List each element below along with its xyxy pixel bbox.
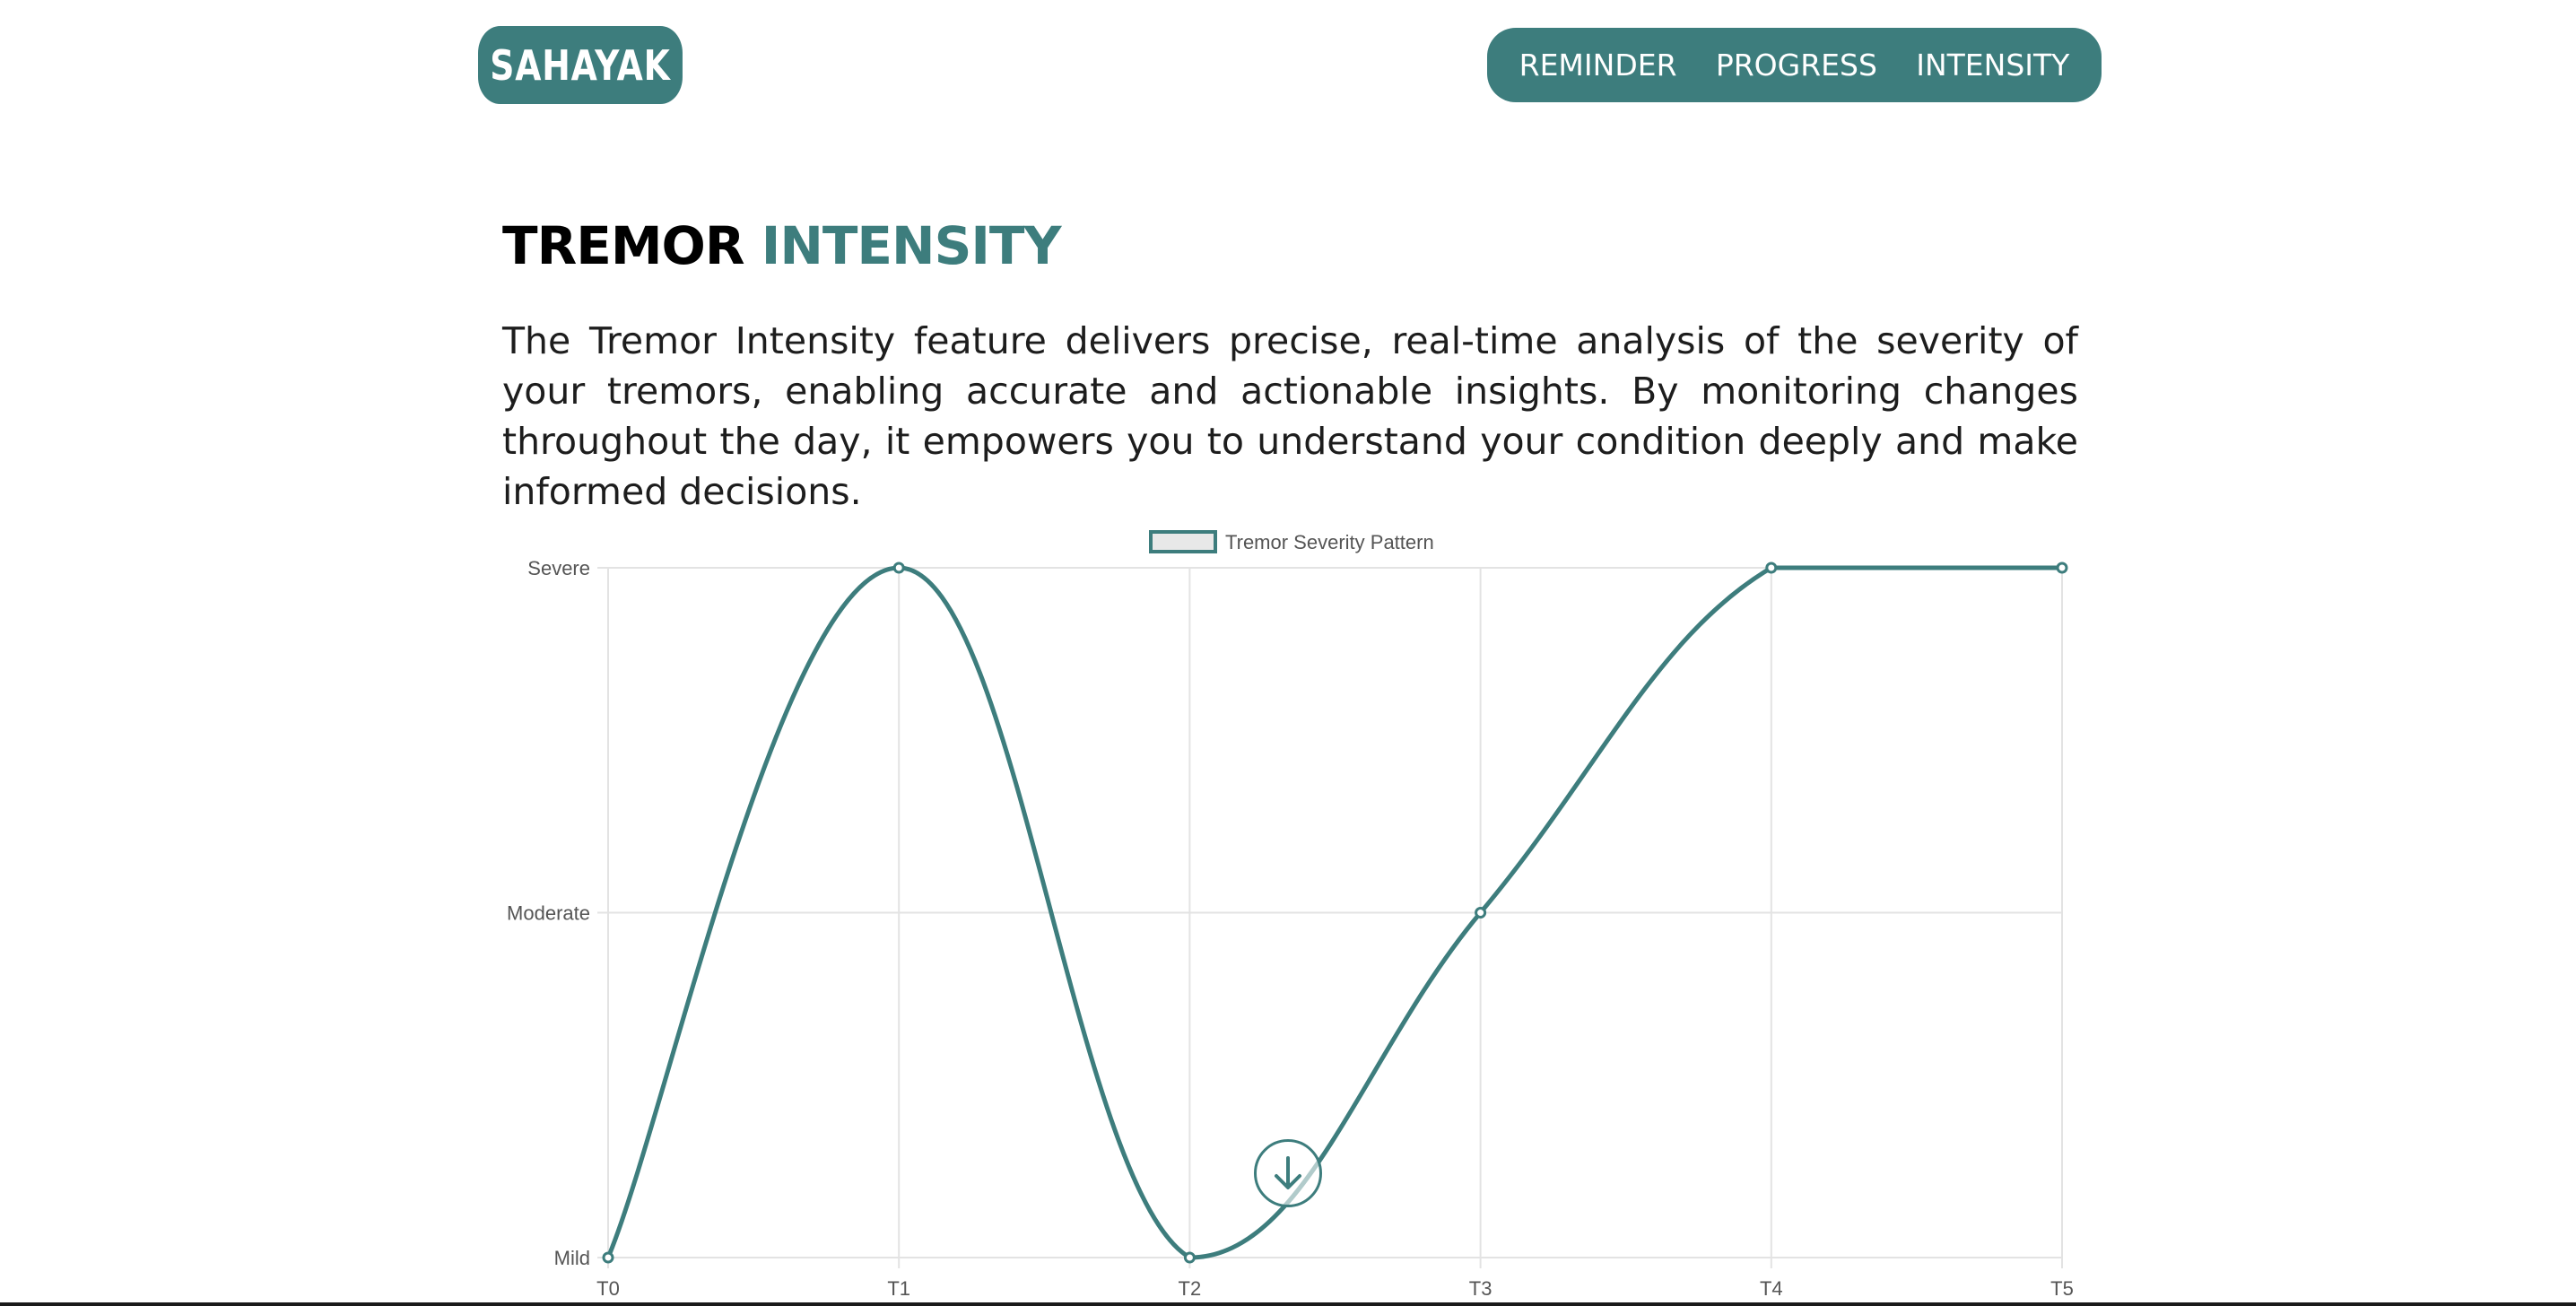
page-title: TREMOR INTENSITY — [502, 215, 1061, 276]
window-bottom-edge — [0, 1302, 2576, 1306]
data-point — [892, 562, 905, 574]
title-part-1: TREMOR — [502, 215, 745, 276]
y-tick-label: Mild — [554, 1247, 590, 1269]
x-tick-label: T2 — [1179, 1277, 1202, 1300]
legend-swatch — [1149, 530, 1217, 553]
scroll-down-button[interactable] — [1254, 1139, 1322, 1207]
series-line — [605, 565, 2062, 1260]
y-tick-label: Moderate — [507, 902, 590, 925]
x-tick-label: T1 — [887, 1277, 910, 1300]
x-tick-label: T3 — [1469, 1277, 1493, 1300]
x-tick-label: T4 — [1760, 1277, 1783, 1300]
data-point — [1183, 1251, 1196, 1264]
title-part-2: INTENSITY — [761, 215, 1062, 276]
y-tick-label: Severe — [527, 557, 590, 579]
section-description: The Tremor Intensity feature delivers pr… — [502, 319, 2078, 513]
legend-label: Tremor Severity Pattern — [1225, 531, 1434, 553]
main-nav: REMINDER PROGRESS INTENSITY — [1487, 28, 2102, 102]
data-point — [1475, 907, 1487, 919]
nav-intensity[interactable]: INTENSITY — [1916, 48, 2069, 83]
data-point — [602, 1251, 614, 1264]
data-point — [1765, 562, 1778, 574]
nav-progress[interactable]: PROGRESS — [1716, 48, 1877, 83]
nav-reminder[interactable]: REMINDER — [1519, 48, 1677, 83]
tremor-severity-chart: Mild Moderate Severe T0 T1 T2 T3 T4 T5 Tremor Sev… — [507, 530, 2074, 1300]
data-point — [2056, 562, 2068, 574]
x-tick-label: T0 — [596, 1277, 620, 1300]
x-tick-label: T5 — [2050, 1277, 2074, 1300]
logo[interactable]: SAHAYAK — [478, 26, 683, 104]
arrow-down-icon — [1275, 1156, 1301, 1189]
